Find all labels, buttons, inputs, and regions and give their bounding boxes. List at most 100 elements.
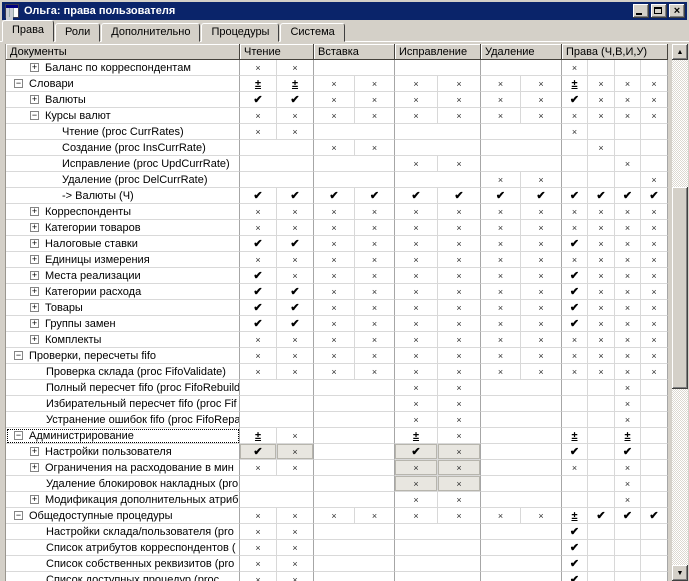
permission-cell[interactable]: ± <box>240 428 277 444</box>
permission-cell[interactable] <box>588 124 615 140</box>
permission-cell[interactable]: × <box>641 172 668 188</box>
permission-cell[interactable]: × <box>615 76 641 92</box>
table-row[interactable]: Настройки склада/пользователя (pro××✔ <box>6 524 668 540</box>
permission-cell[interactable]: × <box>615 492 641 508</box>
permission-cell[interactable]: ✔ <box>562 188 588 204</box>
permission-cell[interactable]: × <box>615 396 641 412</box>
permission-cell[interactable] <box>314 412 395 428</box>
permission-cell[interactable]: × <box>314 284 355 300</box>
permission-cell[interactable] <box>314 540 395 556</box>
permission-cell[interactable]: × <box>355 268 395 284</box>
permission-cell[interactable]: × <box>588 332 615 348</box>
permission-cell[interactable]: × <box>481 108 521 124</box>
permission-cell[interactable]: × <box>562 252 588 268</box>
permission-cell[interactable]: × <box>641 300 668 316</box>
permission-cell[interactable]: × <box>562 220 588 236</box>
permission-cell[interactable]: × <box>481 316 521 332</box>
permission-cell[interactable] <box>588 428 615 444</box>
permission-cell[interactable]: × <box>395 76 438 92</box>
expand-icon[interactable]: + <box>30 447 39 456</box>
permission-cell[interactable]: × <box>355 92 395 108</box>
permission-cell[interactable]: × <box>521 316 562 332</box>
expand-icon[interactable]: + <box>30 463 39 472</box>
scroll-down-button[interactable]: ▼ <box>672 565 688 581</box>
permission-cell[interactable] <box>481 140 562 156</box>
permission-cell[interactable]: ✔ <box>277 236 314 252</box>
row-label-cell[interactable]: +Товары <box>6 300 240 316</box>
permission-cell[interactable]: × <box>277 508 314 524</box>
permission-cell[interactable] <box>641 380 668 396</box>
permission-cell[interactable] <box>615 524 641 540</box>
permission-cell[interactable] <box>481 444 562 460</box>
permission-cell[interactable] <box>314 524 395 540</box>
permission-cell[interactable]: × <box>438 268 481 284</box>
permission-cell[interactable]: × <box>277 524 314 540</box>
permission-cell[interactable]: × <box>641 220 668 236</box>
permission-cell[interactable]: ✔ <box>562 316 588 332</box>
permission-cell[interactable]: ✔ <box>641 188 668 204</box>
permission-cell[interactable]: × <box>615 380 641 396</box>
permission-cell[interactable]: × <box>588 92 615 108</box>
permission-cell[interactable] <box>314 380 395 396</box>
permission-cell[interactable]: × <box>395 348 438 364</box>
table-row[interactable]: −Словари±±××××××±××× <box>6 76 668 92</box>
permission-cell[interactable]: × <box>438 156 481 172</box>
permission-cell[interactable]: × <box>395 284 438 300</box>
permission-cell[interactable]: × <box>355 76 395 92</box>
permission-cell[interactable]: × <box>641 284 668 300</box>
permission-cell[interactable]: × <box>521 76 562 92</box>
permission-cell[interactable] <box>240 380 314 396</box>
permission-cell[interactable]: × <box>438 284 481 300</box>
permission-cell[interactable]: ✔ <box>240 268 277 284</box>
permission-cell[interactable] <box>481 572 562 581</box>
permission-cell[interactable]: ✔ <box>240 300 277 316</box>
permission-cell[interactable]: ✔ <box>355 188 395 204</box>
maximize-button[interactable] <box>651 4 667 18</box>
permission-cell[interactable]: × <box>588 316 615 332</box>
row-label-cell[interactable]: +Настройки пользователя <box>6 444 240 460</box>
permission-cell[interactable]: × <box>277 444 314 460</box>
permission-cell[interactable] <box>240 172 314 188</box>
permission-cell[interactable] <box>314 60 395 76</box>
permission-cell[interactable] <box>641 412 668 428</box>
permission-cell[interactable]: × <box>438 204 481 220</box>
permission-cell[interactable]: ✔ <box>277 284 314 300</box>
table-row[interactable]: -> Валюты (Ч)✔✔✔✔✔✔✔✔✔✔✔✔ <box>6 188 668 204</box>
tab-Система[interactable]: Система <box>280 23 344 42</box>
permission-cell[interactable]: × <box>314 332 355 348</box>
permission-cell[interactable] <box>641 524 668 540</box>
permission-cell[interactable]: × <box>240 348 277 364</box>
permission-cell[interactable]: × <box>395 220 438 236</box>
collapse-icon[interactable]: − <box>14 351 23 360</box>
permission-cell[interactable]: × <box>588 236 615 252</box>
permission-cell[interactable] <box>240 412 314 428</box>
permission-cell[interactable]: × <box>521 220 562 236</box>
permission-cell[interactable]: ✔ <box>562 524 588 540</box>
permission-cell[interactable] <box>314 124 395 140</box>
row-label-cell[interactable]: Полный пересчет fifo (proc FifoRebuild <box>6 380 240 396</box>
permission-cell[interactable]: × <box>277 572 314 581</box>
row-label-cell[interactable]: −Общедоступные процедуры <box>6 508 240 524</box>
minimize-button[interactable] <box>633 4 649 18</box>
permission-cell[interactable] <box>562 380 588 396</box>
permission-cell[interactable]: × <box>588 252 615 268</box>
permission-cell[interactable]: ± <box>562 508 588 524</box>
permission-cell[interactable]: ✔ <box>277 316 314 332</box>
column-header-0[interactable]: Документы <box>6 44 240 60</box>
permission-cell[interactable]: × <box>588 220 615 236</box>
table-row[interactable]: Список доступных процедур (proc××✔ <box>6 572 668 581</box>
permission-cell[interactable]: × <box>240 332 277 348</box>
table-row[interactable]: Удаление (proc DelCurrRate)××× <box>6 172 668 188</box>
permission-cell[interactable]: × <box>615 332 641 348</box>
table-row[interactable]: +Модификация дополнительных атриб××× <box>6 492 668 508</box>
permission-cell[interactable]: ✔ <box>562 540 588 556</box>
permission-cell[interactable] <box>481 412 562 428</box>
expand-icon[interactable]: + <box>30 95 39 104</box>
expand-icon[interactable]: + <box>30 255 39 264</box>
permission-cell[interactable] <box>481 524 562 540</box>
permission-cell[interactable]: ✔ <box>277 300 314 316</box>
permission-cell[interactable]: × <box>521 236 562 252</box>
permission-cell[interactable]: ✔ <box>240 284 277 300</box>
permission-cell[interactable]: ✔ <box>562 572 588 581</box>
expand-icon[interactable]: + <box>30 63 39 72</box>
